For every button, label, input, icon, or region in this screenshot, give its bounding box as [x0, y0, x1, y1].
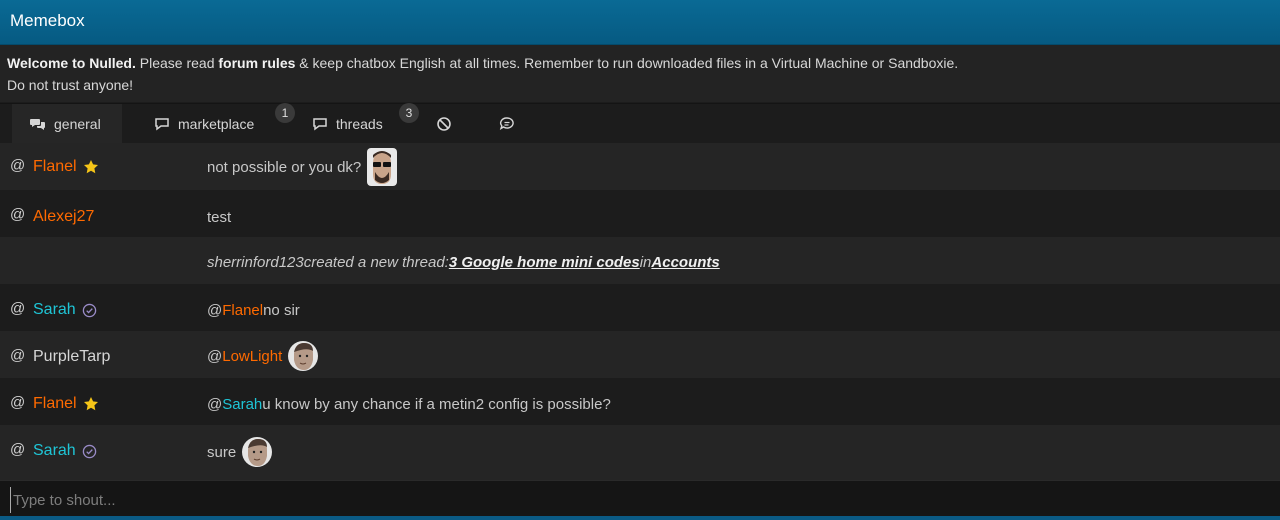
- message-body: u know by any chance if a metin2 config …: [262, 396, 611, 413]
- chat-bubble-icon: [499, 117, 514, 131]
- message-text: not possible or you dk?: [207, 148, 398, 186]
- message-body: no sir: [263, 302, 300, 319]
- chat-tabs: general marketplace 1 threads 3: [0, 103, 1280, 144]
- message-text: @ LowLight: [207, 340, 319, 372]
- notice-line-1: Welcome to Nulled. Please read forum rul…: [7, 52, 958, 74]
- comment-icon: [313, 118, 327, 131]
- username-text: Sarah: [33, 442, 76, 459]
- mention-button[interactable]: @: [10, 157, 25, 174]
- mention-at: @: [207, 347, 223, 365]
- welcome-notice: Welcome to Nulled. Please read forum rul…: [0, 45, 1280, 102]
- message-username[interactable]: Flanel: [33, 395, 99, 413]
- message-row: @ Flanel @ Sarah u know by any chance if …: [0, 378, 1280, 425]
- marketplace-count-badge: 1: [275, 103, 295, 123]
- shout-input[interactable]: [10, 487, 1265, 513]
- notice-line-2: Do not trust anyone!: [7, 77, 134, 93]
- mention-button[interactable]: @: [10, 300, 25, 317]
- tab-threads[interactable]: threads: [312, 104, 383, 144]
- verified-icon: [82, 444, 96, 458]
- please-read-text: Please read: [135, 55, 219, 71]
- message-body: sure: [207, 443, 237, 461]
- mention-button[interactable]: @: [10, 441, 25, 458]
- tab-threads-label: threads: [336, 116, 383, 132]
- system-message-row: sherrinford123 created a new thread: 3 G…: [0, 237, 1280, 284]
- comments-icon: [30, 119, 45, 130]
- star-icon: [83, 160, 98, 174]
- mention-button[interactable]: @: [10, 347, 25, 364]
- system-message: sherrinford123 created a new thread: 3 G…: [207, 254, 720, 271]
- mentioned-user[interactable]: LowLight: [222, 348, 282, 365]
- message-text: test: [207, 209, 231, 226]
- message-username[interactable]: Alexej27: [33, 208, 94, 226]
- message-username[interactable]: Sarah: [33, 442, 97, 460]
- bottom-border: [0, 516, 1280, 520]
- message-text: @ Flanel no sir: [207, 302, 300, 319]
- threads-count-badge: 3: [399, 103, 419, 123]
- message-body: test: [207, 209, 232, 226]
- tab-general-label: general: [54, 116, 101, 132]
- mentioned-user[interactable]: Flanel: [222, 302, 263, 319]
- message-username[interactable]: Sarah: [33, 301, 97, 319]
- tab-general[interactable]: general: [12, 104, 122, 144]
- comment-icon: [155, 118, 169, 131]
- face-emote: [242, 437, 273, 467]
- username-text: PurpleTarp: [33, 348, 111, 365]
- message-row: @ Sarah @ Flanel no sir: [0, 284, 1280, 331]
- mentioned-user[interactable]: Sarah: [222, 396, 262, 413]
- tab-marketplace[interactable]: marketplace: [154, 104, 254, 144]
- face-emote: [288, 341, 319, 371]
- message-row: @ Alexej27 test: [0, 190, 1280, 237]
- mention-at: @: [207, 396, 223, 413]
- chatbox-title: Memebox: [10, 11, 85, 30]
- tab-marketplace-label: marketplace: [178, 116, 255, 132]
- username-text: Flanel: [33, 158, 77, 175]
- mention-button[interactable]: @: [10, 394, 25, 411]
- forum-rules-link[interactable]: forum rules: [218, 55, 295, 71]
- username-text: Flanel: [33, 395, 77, 412]
- thread-author: sherrinford123: [207, 254, 304, 271]
- tab-private-messages[interactable]: [499, 104, 515, 144]
- mention-button[interactable]: @: [10, 206, 25, 223]
- username-text: Alexej27: [33, 208, 95, 225]
- forum-link[interactable]: Accounts: [651, 254, 719, 271]
- ban-icon: [437, 117, 451, 131]
- username-text: Sarah: [33, 301, 76, 318]
- star-icon: [83, 397, 98, 411]
- message-text: sure: [207, 435, 273, 469]
- thread-link[interactable]: 3 Google home mini codes: [449, 254, 640, 271]
- sunglasses-face-emote: [367, 148, 398, 186]
- notice-rest-text: & keep chatbox English at all times. Rem…: [295, 55, 959, 71]
- message-text: @ Sarah u know by any chance if a metin2 …: [207, 396, 611, 413]
- system-action-text: created a new thread:: [303, 254, 449, 271]
- welcome-text: Welcome to Nulled.: [7, 55, 136, 71]
- chatbox-header: Memebox: [0, 0, 1280, 45]
- message-row: @ PurpleTarp @ LowLight: [0, 331, 1280, 378]
- message-username[interactable]: PurpleTarp: [33, 348, 110, 366]
- message-row: @ Flanel not possible or you dk?: [0, 143, 1280, 190]
- message-row: @ Sarah sure: [0, 425, 1280, 480]
- message-body: not possible or you dk?: [207, 158, 362, 176]
- shout-input-bar: [0, 480, 1280, 517]
- system-in-text: in: [639, 254, 652, 271]
- verified-icon: [82, 303, 96, 317]
- tab-ignored[interactable]: [436, 104, 452, 144]
- mention-at: @: [207, 302, 223, 319]
- message-username[interactable]: Flanel: [33, 158, 99, 176]
